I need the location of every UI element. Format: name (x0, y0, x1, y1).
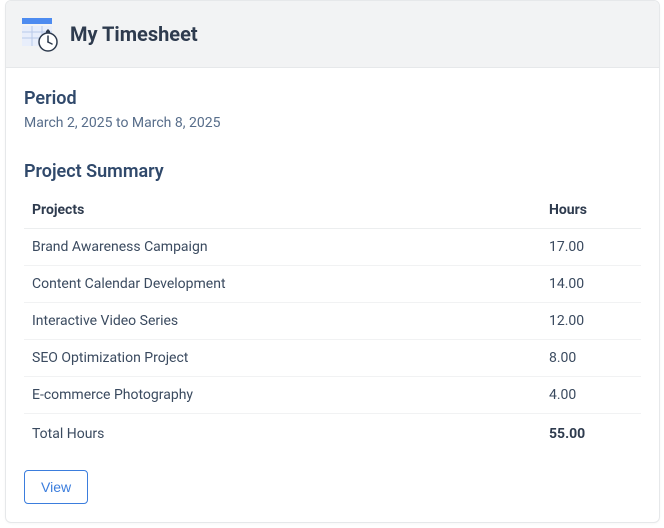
project-name: Brand Awareness Campaign (24, 229, 541, 266)
card-body: Period March 2, 2025 to March 8, 2025 Pr… (6, 68, 659, 522)
project-name: E-commerce Photography (24, 377, 541, 414)
view-button[interactable]: View (24, 470, 88, 504)
table-row: Brand Awareness Campaign 17.00 (24, 229, 641, 266)
projects-column-header: Projects (24, 192, 541, 229)
period-range: March 2, 2025 to March 8, 2025 (24, 115, 641, 131)
table-row: SEO Optimization Project 8.00 (24, 340, 641, 377)
project-summary-title: Project Summary (24, 161, 641, 182)
project-name: Interactive Video Series (24, 303, 541, 340)
card-header: My Timesheet (6, 1, 659, 68)
total-label: Total Hours (24, 414, 541, 453)
hours-column-header: Hours (541, 192, 641, 229)
table-row: Content Calendar Development 14.00 (24, 266, 641, 303)
table-row: Interactive Video Series 12.00 (24, 303, 641, 340)
project-name: Content Calendar Development (24, 266, 541, 303)
period-label: Period (24, 88, 641, 109)
project-summary-table: Projects Hours Brand Awareness Campaign … (24, 192, 641, 452)
total-hours: 55.00 (541, 414, 641, 453)
project-hours: 14.00 (541, 266, 641, 303)
project-hours: 4.00 (541, 377, 641, 414)
timesheet-card: My Timesheet Period March 2, 2025 to Mar… (5, 0, 660, 523)
project-hours: 17.00 (541, 229, 641, 266)
table-row: E-commerce Photography 4.00 (24, 377, 641, 414)
project-hours: 12.00 (541, 303, 641, 340)
project-hours: 8.00 (541, 340, 641, 377)
timesheet-icon (22, 16, 58, 52)
project-name: SEO Optimization Project (24, 340, 541, 377)
total-row: Total Hours 55.00 (24, 414, 641, 453)
page-title: My Timesheet (70, 22, 198, 46)
